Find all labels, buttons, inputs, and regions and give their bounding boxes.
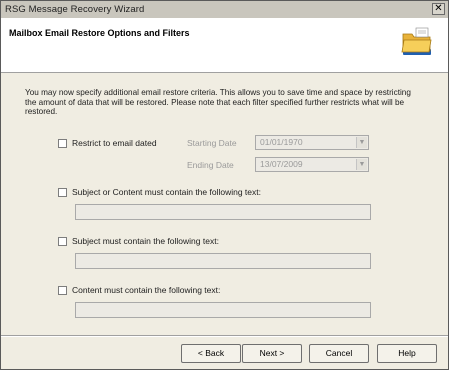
starting-date-picker[interactable]: 01/01/1970 ▼ [255, 135, 369, 150]
chevron-down-icon[interactable]: ▼ [356, 137, 367, 148]
intro-text: You may now specify additional email res… [25, 88, 411, 116]
back-button[interactable]: < Back [181, 344, 241, 363]
restrict-date-checkbox[interactable] [58, 139, 67, 148]
cancel-button[interactable]: Cancel [309, 344, 369, 363]
next-button[interactable]: Next > [242, 344, 302, 363]
footer-divider [1, 335, 448, 337]
chevron-down-icon[interactable]: ▼ [356, 159, 367, 170]
wizard-header: Mailbox Email Restore Options and Filter… [1, 18, 448, 73]
subject-checkbox[interactable] [58, 237, 67, 246]
help-button[interactable]: Help [377, 344, 437, 363]
starting-date-value: 01/01/1970 [260, 137, 303, 147]
subject-or-content-checkbox[interactable] [58, 188, 67, 197]
content-checkbox[interactable] [58, 286, 67, 295]
content-label: Content must contain the following text: [72, 285, 221, 295]
subject-label: Subject must contain the following text: [72, 236, 219, 246]
subject-or-content-input[interactable] [75, 204, 371, 220]
restrict-date-label: Restrict to email dated [72, 138, 157, 148]
folder-icon [401, 27, 432, 55]
close-icon: ✕ [434, 3, 443, 14]
title-bar[interactable]: RSG Message Recovery Wizard ✕ [1, 1, 448, 18]
wizard-window: RSG Message Recovery Wizard ✕ Mailbox Em… [0, 0, 449, 370]
wizard-content: You may now specify additional email res… [1, 74, 448, 336]
window-title: RSG Message Recovery Wizard [5, 4, 145, 15]
starting-date-label: Starting Date [187, 138, 237, 148]
ending-date-value: 13/07/2009 [260, 159, 303, 169]
content-input[interactable] [75, 302, 371, 318]
close-button[interactable]: ✕ [432, 3, 445, 15]
ending-date-label: Ending Date [187, 160, 234, 170]
subject-input[interactable] [75, 253, 371, 269]
page-title: Mailbox Email Restore Options and Filter… [9, 28, 190, 38]
ending-date-picker[interactable]: 13/07/2009 ▼ [255, 157, 369, 172]
subject-or-content-label: Subject or Content must contain the foll… [72, 187, 261, 197]
